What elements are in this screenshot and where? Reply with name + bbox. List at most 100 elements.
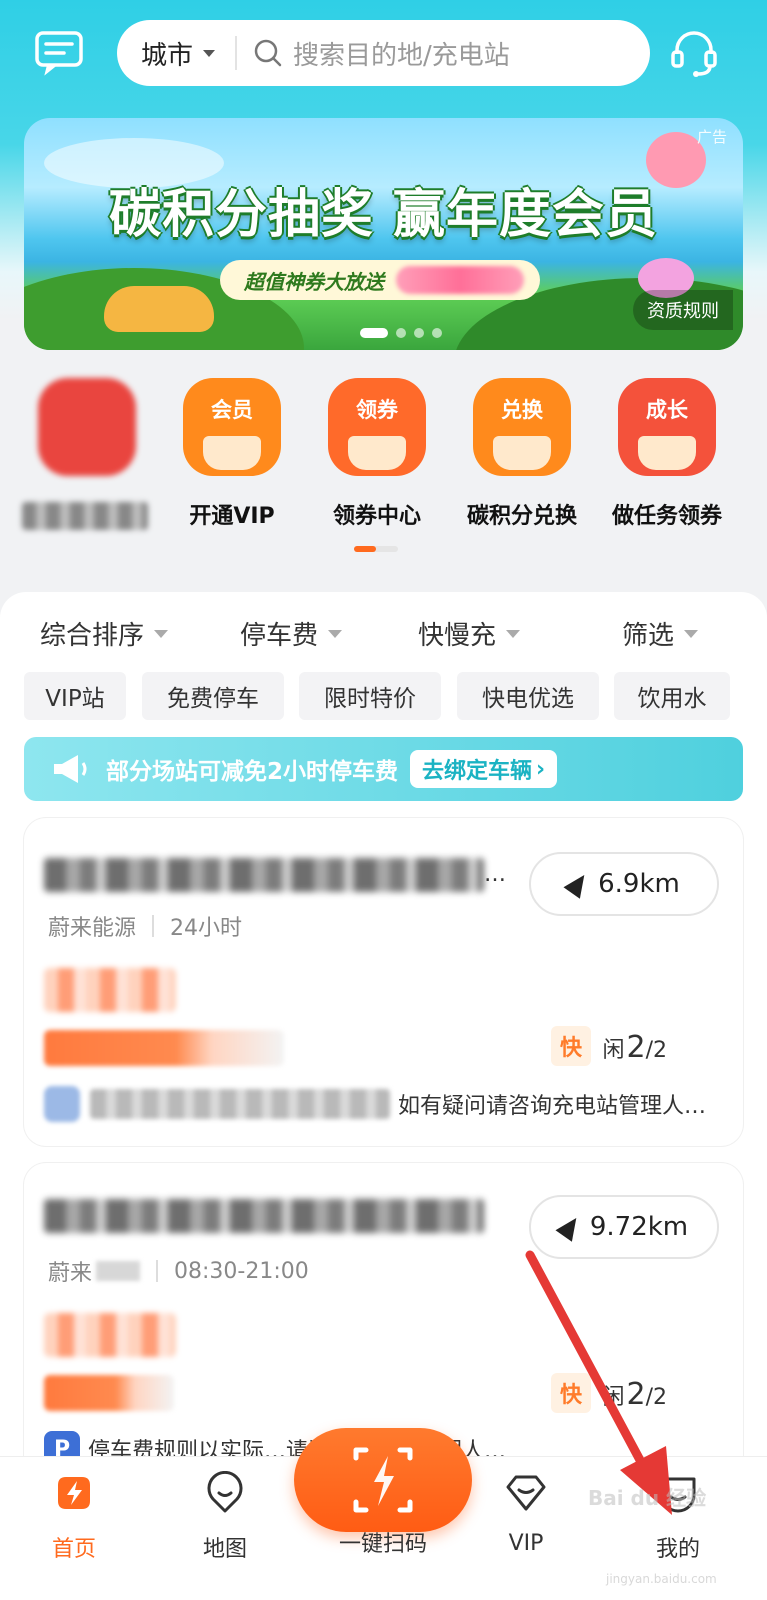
chevron-down-icon <box>154 629 169 638</box>
exchange-tag: 兑换 <box>501 398 543 422</box>
exchange-gift-icon: 兑换 <box>473 378 571 476</box>
page-dot <box>360 328 388 338</box>
q-shape <box>493 436 551 470</box>
customer-service-icon[interactable] <box>670 28 718 78</box>
distance-navigation-button[interactable]: 6.9km <box>529 852 719 916</box>
tab-vip[interactable]: VIP <box>466 1471 586 1556</box>
chevron-down-icon <box>328 629 343 638</box>
scan-button[interactable] <box>294 1428 472 1532</box>
note-icon <box>44 1086 80 1122</box>
fast-charge-badge: 快 <box>551 1026 591 1066</box>
quick-action-scroll-indicator <box>354 546 398 552</box>
filter-bar: 综合排序 停车费 快慢充 筛选 <box>0 615 767 659</box>
task-label: 做任务领券 <box>611 504 722 529</box>
navigation-arrow-icon <box>555 1212 585 1242</box>
idle-number: 2 <box>626 1377 646 1412</box>
opening-hours: 24小时 <box>170 916 243 941</box>
map-pin-icon <box>207 1470 243 1513</box>
more-filter[interactable]: 筛选 <box>622 615 699 652</box>
search-divider <box>235 36 238 70</box>
quick-action-task[interactable]: 成长 做任务领券 <box>602 378 732 530</box>
opening-hours: 08:30-21:00 <box>174 1258 309 1284</box>
sort-filter[interactable]: 综合排序 <box>40 615 169 652</box>
charge-speed-filter[interactable]: 快慢充 <box>418 615 521 652</box>
search-bar[interactable]: 城市 搜索目的地/充电站 <box>117 20 650 86</box>
meta-separator <box>156 1260 159 1282</box>
station-meta: 蔚来能源 24小时 <box>48 910 242 942</box>
parking-fee-label: 停车费 <box>240 621 319 651</box>
scan-lightning-icon <box>353 1447 413 1513</box>
tab-home[interactable]: 首页 <box>14 1471 134 1563</box>
station-meta: 蔚来 08:30-21:00 <box>48 1255 309 1287</box>
coupon-tag: 领券 <box>356 398 398 422</box>
car-icon <box>104 286 214 332</box>
sort-label: 综合排序 <box>40 621 145 651</box>
fast-charge-badge: 快 <box>551 1373 591 1413</box>
operator-name: 蔚来 <box>48 1255 141 1287</box>
coupon-label: 领券中心 <box>332 504 421 529</box>
idle-count: 闲 2/2 <box>602 1030 667 1065</box>
bind-vehicle-button[interactable]: 去绑定车辆 › <box>410 750 558 788</box>
parking-promo-bar[interactable]: 部分场站可减免2小时停车费 去绑定车辆 › <box>24 737 743 801</box>
page-dot <box>396 328 406 338</box>
operator-blurred <box>96 1261 141 1281</box>
chip-free-parking[interactable]: 免费停车 <box>142 672 284 720</box>
bind-vehicle-label: 去绑定车辆 <box>422 759 533 784</box>
vip-member-icon: 会员 <box>183 378 281 476</box>
distance-navigation-button[interactable]: 9.72km <box>529 1195 719 1259</box>
tags-blurred <box>44 1375 174 1411</box>
price-blurred <box>44 968 176 1012</box>
more-filter-label: 筛选 <box>622 621 675 651</box>
idle-total: /2 <box>645 1385 667 1410</box>
exchange-label: 碳积分兑换 <box>466 504 577 529</box>
vip-label: 开通VIP <box>189 504 275 529</box>
quick-action-coupon[interactable]: 领券 领券中心 <box>312 378 442 530</box>
vip-tag: 会员 <box>211 398 253 422</box>
banner-subtitle-text: 超值神券大放送 <box>244 269 384 294</box>
chip-limited-offer[interactable]: 限时特价 <box>299 672 441 720</box>
charge-speed-label: 快慢充 <box>418 621 497 651</box>
operator-name-text: 蔚来 <box>48 1261 93 1286</box>
q-shape <box>348 436 406 470</box>
quick-action-vip[interactable]: 会员 开通VIP <box>167 378 297 530</box>
distance-value: 9.72km <box>589 1212 689 1242</box>
tab-map[interactable]: 地图 <box>165 1470 285 1563</box>
banner-subtitle: 超值神券大放送 <box>220 260 540 300</box>
tab-home-label: 首页 <box>51 1537 96 1562</box>
task-tag: 成长 <box>646 398 688 422</box>
message-icon[interactable] <box>34 30 84 76</box>
tab-vip-label: VIP <box>508 1531 544 1556</box>
chip-fast-charge[interactable]: 快电优选 <box>457 672 599 720</box>
promo-text: 部分场站可减免2小时停车费 <box>106 759 399 785</box>
chip-drinking-water[interactable]: 饮用水 <box>614 672 730 720</box>
note-text: 如有疑问请咨询充电站管理人… <box>398 1094 707 1119</box>
promo-banner[interactable]: 广告 碳积分抽奖 赢年度会员 超值神券大放送 资质规则 <box>24 118 743 350</box>
parking-fee-filter[interactable]: 停车费 <box>240 615 343 652</box>
tab-mine-label: 我的 <box>655 1537 700 1562</box>
banner-pagination <box>360 328 442 338</box>
city-selector[interactable]: 城市 <box>117 35 216 72</box>
search-icon <box>254 39 282 67</box>
tags-blurred <box>44 1030 284 1066</box>
blurred-label <box>22 502 148 530</box>
idle-total: /2 <box>645 1038 667 1063</box>
banner-rules-link[interactable]: 资质规则 <box>633 290 733 330</box>
search-input[interactable]: 搜索目的地/充电站 <box>293 35 510 72</box>
idle-prefix: 闲 <box>602 1385 625 1410</box>
chevron-down-icon <box>506 629 521 638</box>
chip-vip-station[interactable]: VIP站 <box>24 672 126 720</box>
idle-count: 闲 2/2 <box>602 1377 667 1412</box>
chevron-down-icon <box>203 49 216 57</box>
station-name-ellipsis: … <box>484 862 506 887</box>
chevron-down-icon <box>684 629 699 638</box>
station-card[interactable]: … 6.9km 蔚来能源 24小时 快 闲 2/2 如有疑问请咨询充电站管理人… <box>24 818 743 1146</box>
quick-action-blurred[interactable] <box>22 378 152 530</box>
note-blurred <box>90 1089 390 1119</box>
page-dot <box>432 328 442 338</box>
page-dot <box>414 328 424 338</box>
quick-action-exchange[interactable]: 兑换 碳积分兑换 <box>457 378 587 530</box>
distance-value: 6.9km <box>598 869 680 899</box>
chevron-right-icon: › <box>536 756 546 782</box>
watermark-url: jingyan.baidu.com <box>606 1572 717 1586</box>
vip-diamond-icon <box>506 1475 546 1511</box>
